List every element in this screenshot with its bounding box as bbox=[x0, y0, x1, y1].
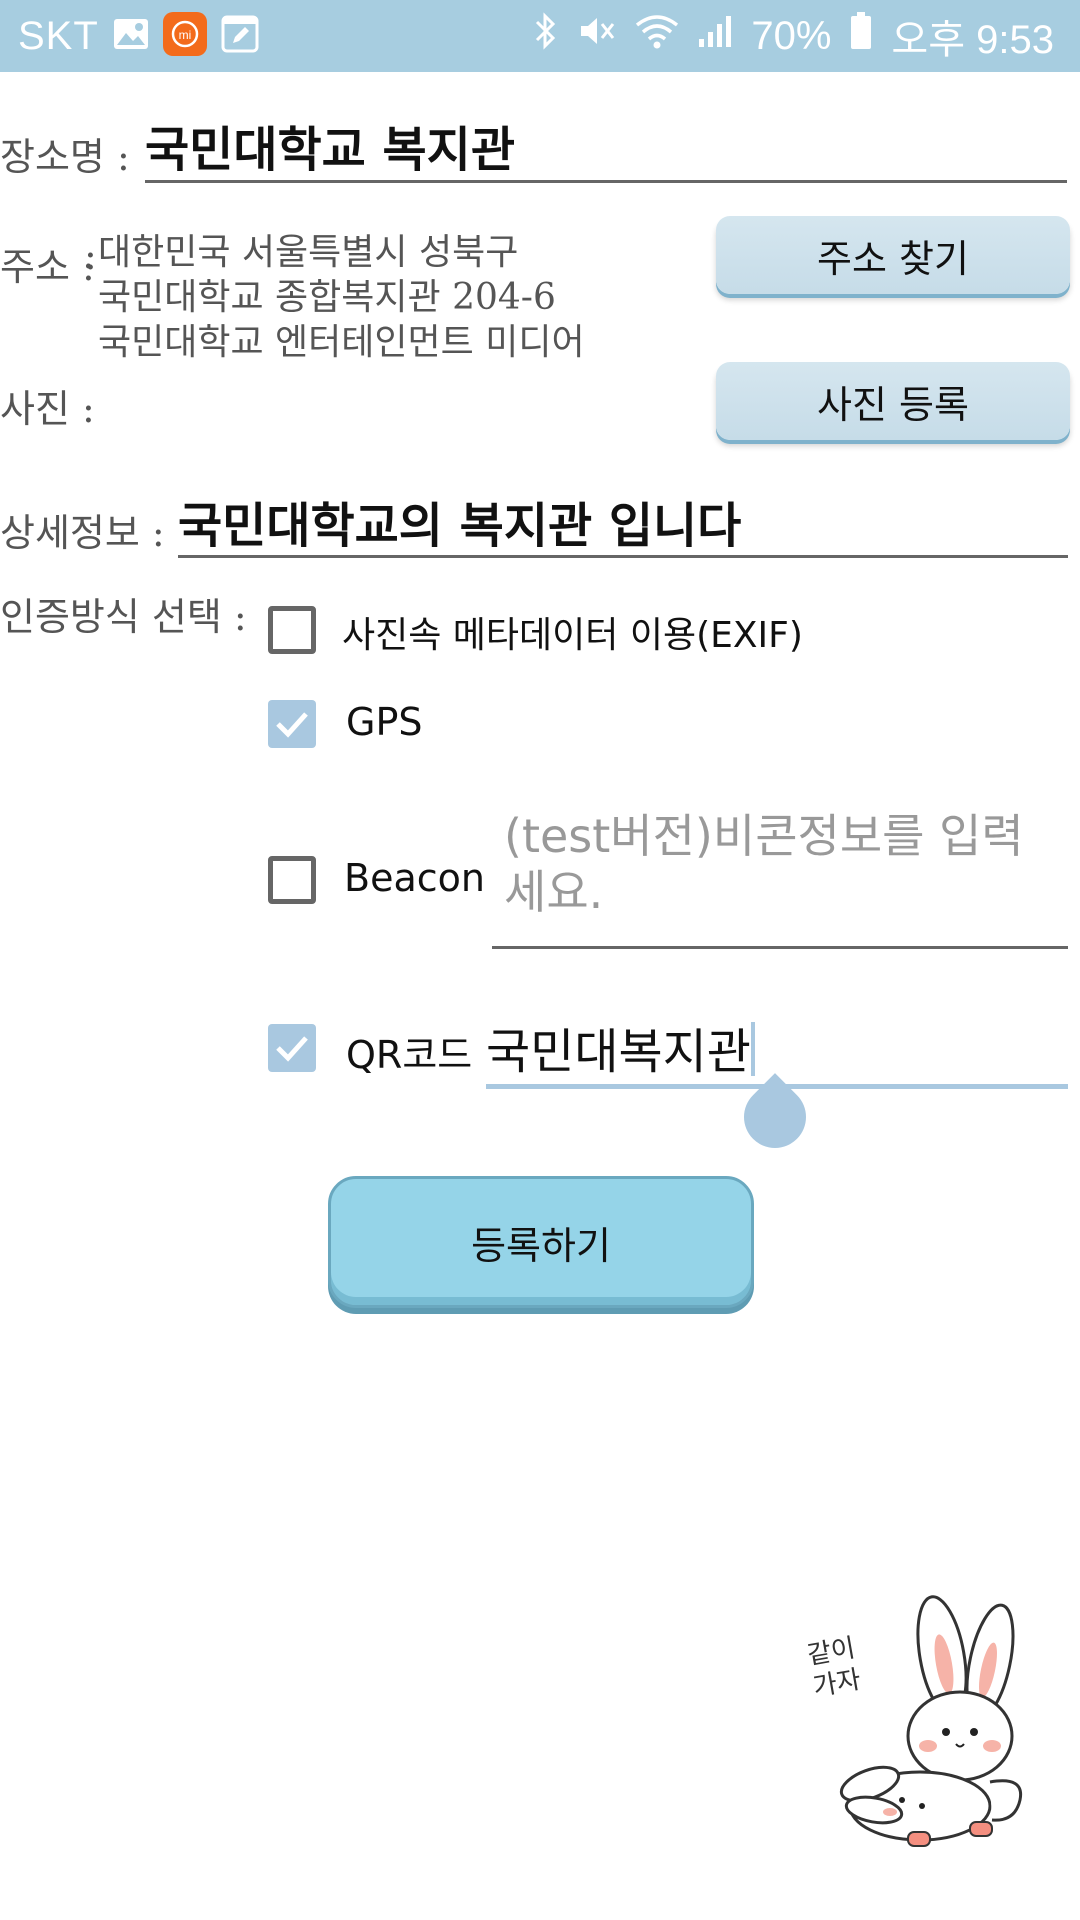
exif-option-label: 사진속 메타데이터 이용(EXIF) bbox=[342, 615, 803, 656]
address-label: 주소 : bbox=[0, 245, 95, 289]
checkmark-icon bbox=[276, 1036, 308, 1062]
beacon-input[interactable]: (test버전)비콘정보를 입력세요. bbox=[492, 808, 1068, 949]
image-icon bbox=[113, 18, 149, 55]
status-bar-left: SKT mi bbox=[18, 0, 259, 72]
sticker-caption: 같이 가자 bbox=[805, 1633, 864, 1703]
bunny-illustration bbox=[839, 1595, 1023, 1847]
battery-icon bbox=[849, 11, 873, 61]
beacon-input-placeholder: (test버전)비콘정보를 입력세요. bbox=[504, 809, 1024, 919]
gps-checkbox[interactable] bbox=[268, 700, 316, 748]
exif-checkbox[interactable] bbox=[268, 606, 316, 654]
bluetooth-icon bbox=[533, 11, 559, 61]
register-button[interactable]: 등록하기 bbox=[328, 1176, 754, 1308]
find-address-button[interactable]: 주소 찾기 bbox=[716, 216, 1070, 294]
battery-percent: 70% bbox=[751, 13, 832, 58]
qr-option-label: QR코드 bbox=[346, 1033, 473, 1077]
place-name-value: 국민대학교 복지관 bbox=[145, 122, 515, 178]
mi-app-icon: mi bbox=[162, 11, 207, 61]
carrier-name: SKT bbox=[18, 13, 99, 58]
detail-value: 국민대학교의 복지관 입니다 bbox=[178, 498, 742, 554]
address-line-1: 대한민국 서울특별시 성북구 bbox=[98, 232, 519, 273]
beacon-checkbox[interactable] bbox=[268, 856, 316, 904]
address-line-3: 국민대학교 엔터테인먼트 미디어 bbox=[98, 322, 585, 358]
edit-icon bbox=[221, 15, 259, 58]
bunny-sticker: 같이 가자 bbox=[805, 1586, 1050, 1856]
wifi-icon bbox=[635, 11, 679, 61]
checkmark-icon bbox=[276, 712, 308, 738]
mute-icon bbox=[577, 11, 617, 61]
place-name-label: 장소명 : bbox=[0, 135, 130, 179]
signal-icon bbox=[697, 13, 733, 59]
place-name-input[interactable]: 국민대학교 복지관 bbox=[145, 100, 1067, 183]
address-text-view[interactable]: 대한민국 서울특별시 성북구 국민대학교 종합복지관 204-6 국민대학교 엔… bbox=[98, 230, 658, 358]
svg-text:mi: mi bbox=[178, 28, 191, 42]
register-photo-button[interactable]: 사진 등록 bbox=[716, 362, 1070, 440]
qr-input-value: 국민대복지관 bbox=[486, 1024, 751, 1080]
beacon-option-label: Beacon bbox=[344, 856, 485, 900]
status-bar-right: 70% 오후 9:53 bbox=[533, 0, 1054, 72]
status-bar: SKT mi 70% 오후 9:53 bbox=[0, 0, 1080, 72]
text-cursor bbox=[750, 1022, 755, 1076]
address-line-2: 국민대학교 종합복지관 204-6 bbox=[98, 277, 556, 318]
detail-label: 상세정보 : bbox=[0, 511, 165, 555]
clock: 오후 9:53 bbox=[891, 18, 1054, 62]
qr-checkbox[interactable] bbox=[268, 1024, 316, 1072]
auth-method-label: 인증방식 선택 : bbox=[0, 595, 247, 639]
gps-option-label: GPS bbox=[346, 700, 423, 744]
photo-label: 사진 : bbox=[0, 387, 95, 431]
detail-input[interactable]: 국민대학교의 복지관 입니다 bbox=[178, 478, 1068, 558]
